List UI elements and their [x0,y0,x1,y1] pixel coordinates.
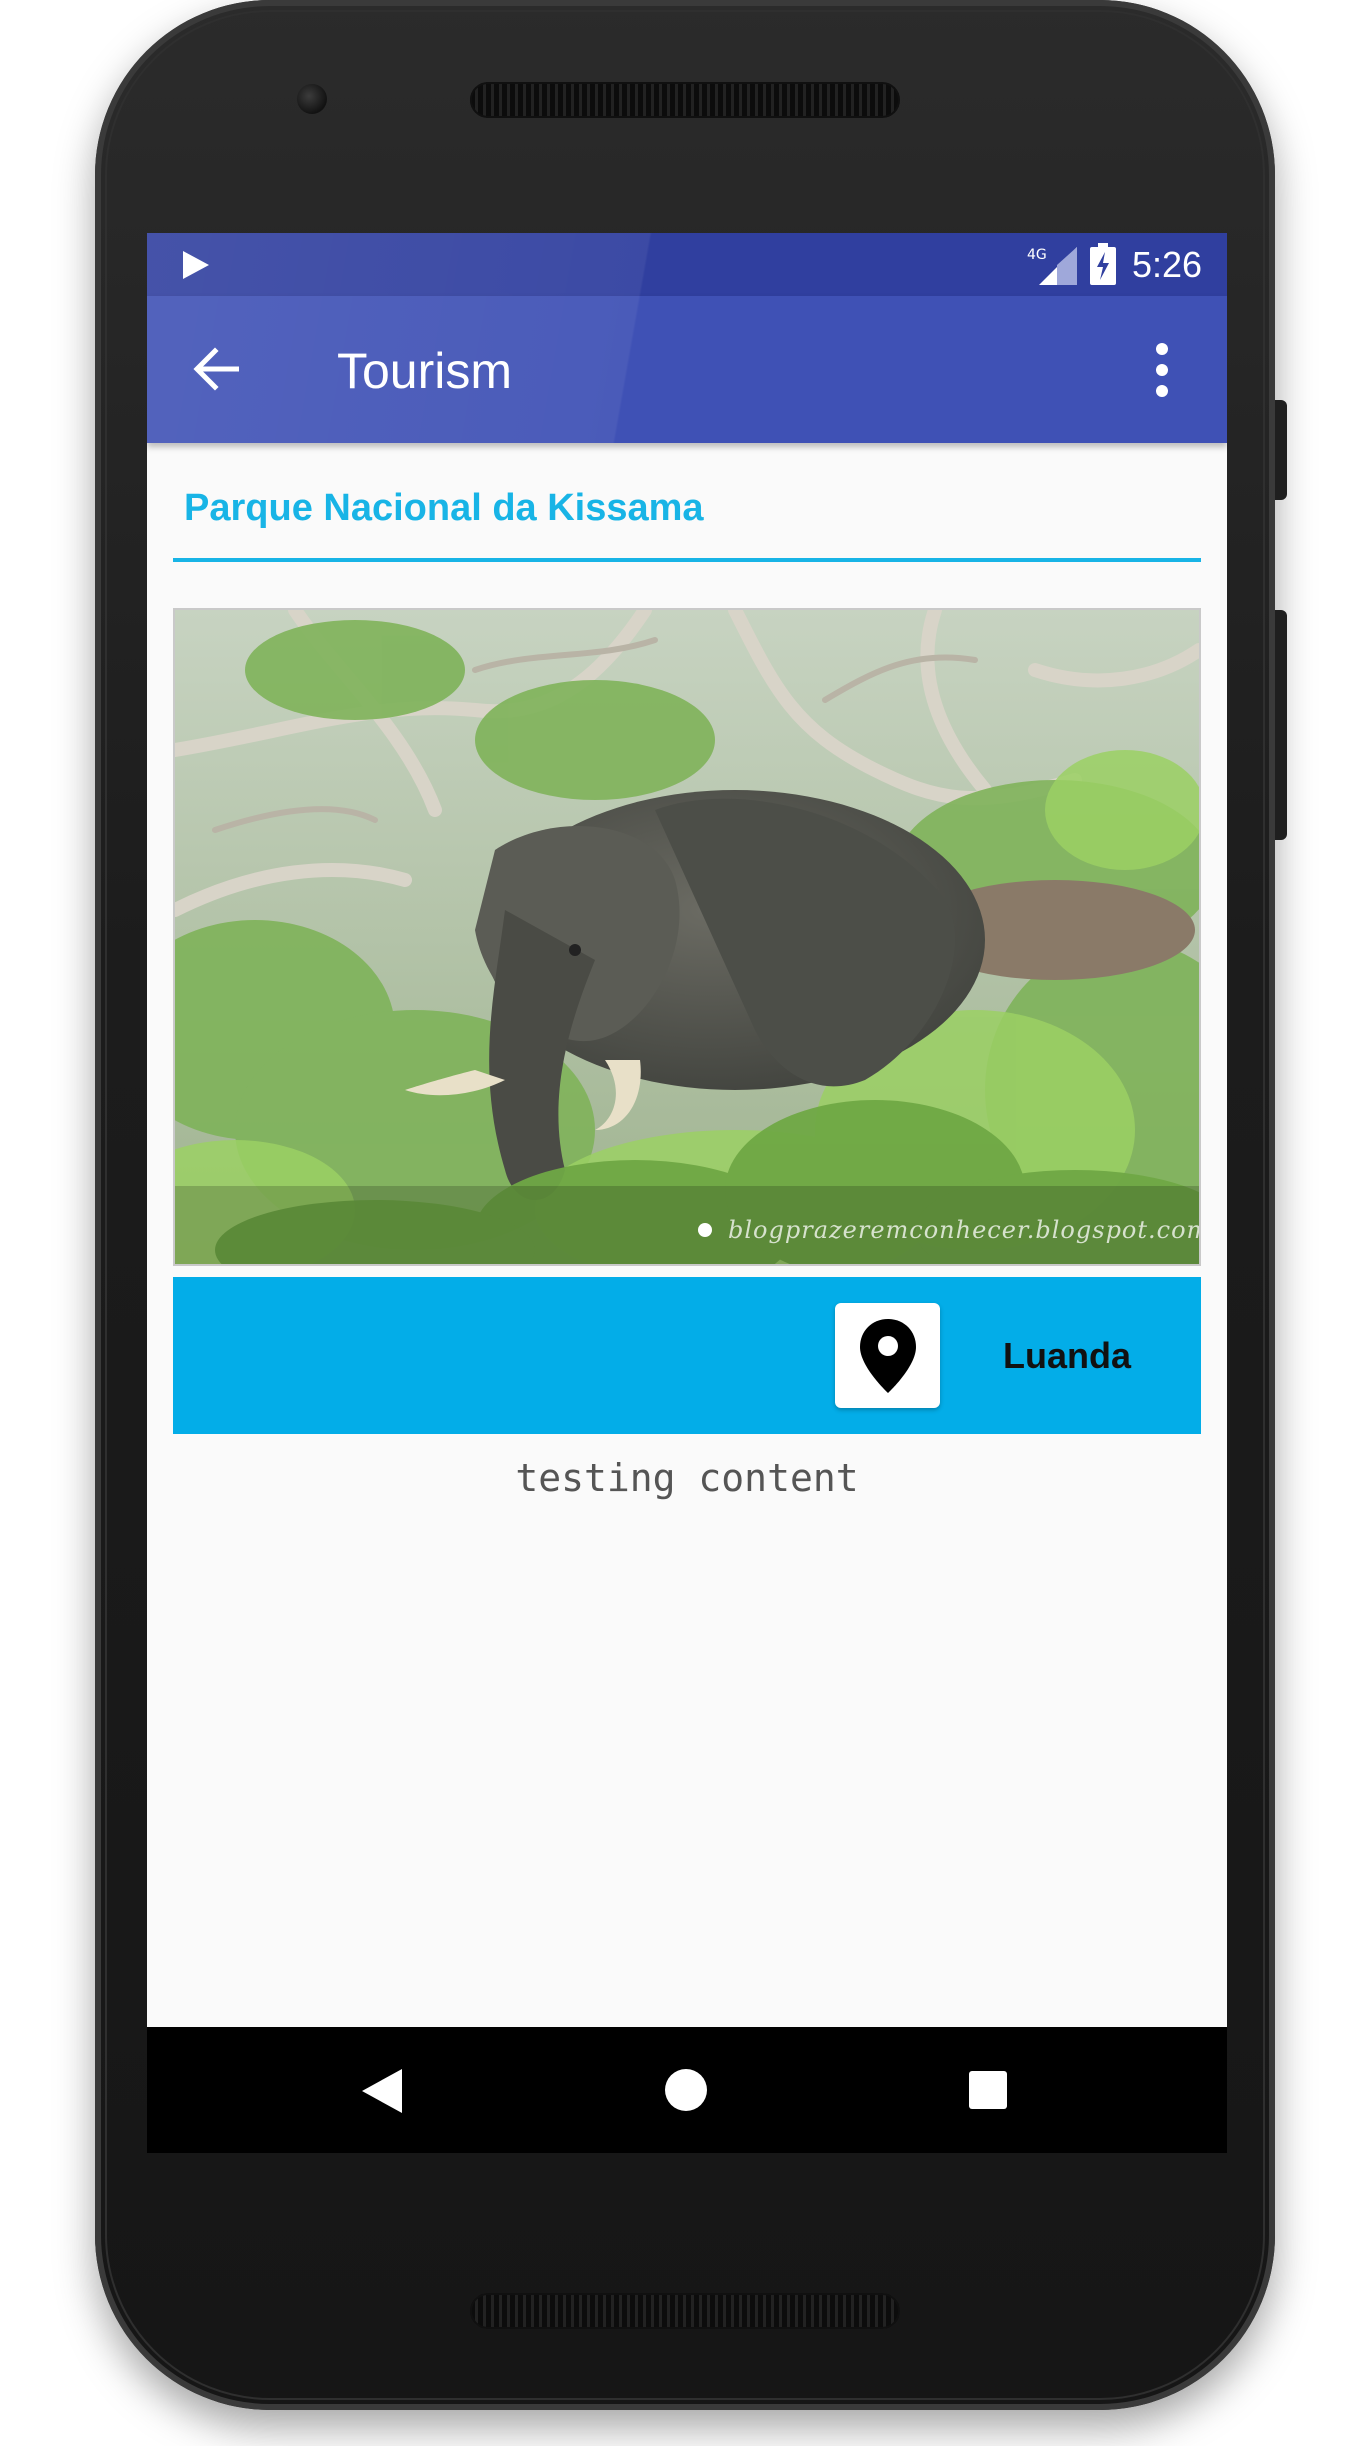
bottom-speaker [470,2293,900,2329]
navigation-bar [147,2027,1227,2153]
nav-back-icon[interactable] [362,2069,402,2113]
top-speaker [470,82,900,118]
location-button[interactable] [835,1303,940,1408]
status-bar: 4G 5:26 [147,233,1227,296]
battery-charging-icon [1090,243,1116,285]
front-camera [297,84,327,114]
power-button [1275,400,1287,500]
location-label: Luanda [1003,1335,1132,1376]
nav-recents-icon[interactable] [969,2071,1007,2109]
place-description: testing content [515,1456,859,1500]
image-slider[interactable]: blogprazeremconhecer.blogspot.com [173,608,1201,1266]
nav-home-icon[interactable] [665,2069,707,2111]
location-bar: Luanda [173,1277,1201,1434]
play-icon [183,251,209,279]
signal-icon: 4G [1027,247,1077,285]
screen: 4G 5:26 Tourism Parque Nacional da Kissa… [147,233,1227,2153]
location-pin-icon [860,1319,916,1393]
more-vert-icon[interactable] [1147,341,1177,399]
elephant-photo [175,610,1199,1264]
network-type-label: 4G [1027,247,1047,263]
app-bar: Tourism [147,296,1227,443]
status-time: 5:26 [1132,244,1203,285]
place-title: Parque Nacional da Kissama [184,487,704,529]
page-title: Tourism [337,343,513,399]
title-divider [173,558,1201,562]
slider-indicator-dot[interactable] [698,1223,712,1237]
arrow-back-icon[interactable] [193,346,239,392]
volume-button [1275,610,1287,840]
image-watermark: blogprazeremconhecer.blogspot.com [728,1216,1201,1244]
